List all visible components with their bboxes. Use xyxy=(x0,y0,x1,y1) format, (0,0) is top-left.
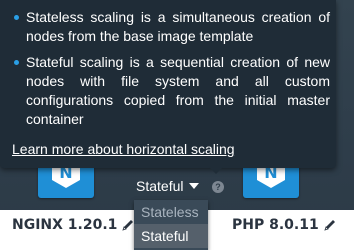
php-node-name: PHP 8.0.11 xyxy=(232,217,319,233)
help-icon[interactable]: ? xyxy=(212,181,224,193)
scaling-mode-select[interactable]: Stateful xyxy=(136,178,200,194)
option-stateless[interactable]: Stateless xyxy=(134,200,208,224)
tooltip-text-stateful: Stateful scaling is a sequential creatio… xyxy=(26,54,330,127)
tooltip-arrow xyxy=(209,167,223,174)
tooltip-item: Stateless scaling is a simultaneous crea… xyxy=(14,8,330,46)
bullet-icon xyxy=(14,15,19,20)
scaling-mode-dropdown: Stateless Stateful xyxy=(134,200,208,250)
php-node-label: PHP 8.0.11 xyxy=(232,217,337,233)
chevron-down-icon xyxy=(189,183,200,189)
scaling-mode-value: Stateful xyxy=(136,178,184,194)
pencil-icon[interactable] xyxy=(323,218,337,232)
nginx-node-label: NGINX 1.20.1 xyxy=(12,217,135,233)
nginx-node-name: NGINX 1.20.1 xyxy=(12,217,118,233)
bullet-icon xyxy=(14,60,19,65)
learn-more-link[interactable]: Learn more about horizontal scaling xyxy=(12,141,235,157)
scaling-help-tooltip: Stateless scaling is a simultaneous crea… xyxy=(0,0,336,168)
tooltip-item: Stateful scaling is a sequential creatio… xyxy=(14,53,330,129)
tooltip-text-stateless: Stateless scaling is a simultaneous crea… xyxy=(26,9,330,44)
option-stateful[interactable]: Stateful xyxy=(134,224,208,248)
